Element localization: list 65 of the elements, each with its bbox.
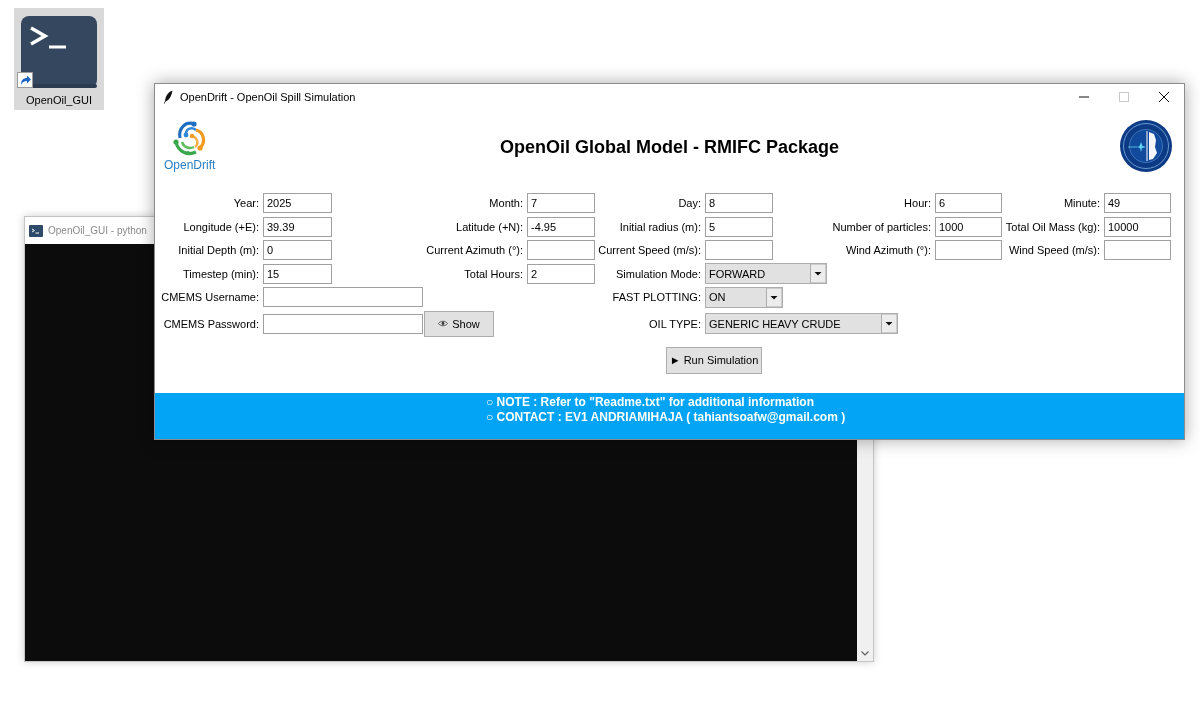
field-label: Initial radius (m): — [618, 220, 702, 233]
field-label: Wind Azimuth (°): — [844, 244, 932, 257]
field-label: Total Hours: — [463, 267, 524, 280]
text-field[interactable]: 7 — [527, 193, 595, 214]
field-label: Wind Speed (m/s): — [1007, 244, 1101, 257]
caret-down-icon[interactable] — [766, 287, 782, 307]
caret-down-icon[interactable] — [881, 314, 897, 333]
dropdown[interactable]: ON — [705, 286, 783, 308]
text-field[interactable]: 5 — [705, 216, 773, 237]
field-label: OIL TYPE: — [648, 317, 702, 330]
field-label: Current Speed (m/s): — [597, 244, 702, 257]
text-field[interactable] — [1104, 240, 1171, 261]
field-label: CMEMS Username: — [160, 291, 260, 304]
field-label: Month: — [488, 197, 524, 210]
run-simulation-button[interactable]: ► Run Simulation — [666, 346, 762, 374]
caret-down-icon[interactable] — [810, 264, 826, 284]
text-field[interactable] — [935, 240, 1002, 261]
field-label: Year: — [232, 197, 260, 210]
feather-icon — [163, 89, 173, 104]
text-field[interactable]: 2 — [527, 263, 595, 284]
compass-emblem-icon — [1120, 120, 1172, 172]
text-field[interactable] — [263, 313, 423, 334]
field-label: Day: — [677, 197, 702, 210]
field-label: Simulation Mode: — [615, 267, 702, 280]
terminal-icon — [29, 224, 43, 237]
dropdown[interactable]: GENERIC HEAVY CRUDE — [705, 313, 898, 334]
app-heading: OpenOil Global Model - RMIFC Package — [499, 137, 839, 157]
info-line: ○ NOTE : Refer to "Readme.txt" for additional information — [486, 395, 814, 410]
field-label: Current Azimuth (°): — [425, 244, 524, 257]
shortcut-label: OpenOil_GUI — [26, 94, 92, 107]
field-label: CMEMS Password: — [162, 317, 260, 330]
text-field[interactable]: 49 — [1104, 193, 1171, 214]
info-line: ○ CONTACT : EV1 ANDRIAMIHAJA ( tahiantsoafw@gmail.com ) — [486, 410, 846, 425]
network-logo-icon — [171, 118, 208, 158]
text-field[interactable]: 10000 — [1104, 216, 1171, 237]
eye-icon — [438, 320, 449, 327]
logo-wordmark: OpenDrift — [164, 158, 216, 172]
text-field[interactable]: 0 — [263, 240, 332, 261]
terminal-icon — [21, 16, 97, 88]
field-label: Hour: — [903, 197, 932, 210]
text-field[interactable] — [705, 240, 773, 261]
text-field[interactable] — [527, 240, 595, 261]
field-label: Minute: — [1062, 197, 1101, 210]
text-field[interactable]: 2025 — [263, 193, 332, 214]
field-label: Latitude (+N): — [455, 220, 524, 233]
field-label: Total Oil Mass (kg): — [1004, 220, 1101, 233]
text-field[interactable]: 6 — [935, 193, 1002, 214]
close-icon[interactable] — [1159, 91, 1169, 102]
show-password-button[interactable]: Show — [424, 310, 494, 337]
text-field[interactable]: 39.39 — [263, 216, 332, 237]
text-field[interactable]: 8 — [705, 193, 773, 214]
caret-down-icon[interactable] — [861, 651, 869, 656]
window-title: OpenDrift - OpenOil Spill Simulation — [180, 90, 356, 103]
window-title: OpenOil_GUI - python — [48, 225, 147, 236]
field-label: FAST PLOTTING: — [611, 291, 702, 304]
text-field[interactable]: 1000 — [935, 216, 1002, 237]
field-label: Initial Depth (m): — [177, 244, 260, 257]
dropdown[interactable]: FORWARD — [705, 263, 827, 285]
text-field[interactable]: 15 — [263, 263, 332, 284]
field-label: Timestep (min): — [182, 267, 260, 280]
text-field[interactable] — [263, 287, 423, 308]
text-field[interactable]: -4.95 — [527, 216, 595, 237]
field-label: Longitude (+E): — [182, 220, 260, 233]
field-label: Number of particles: — [831, 220, 932, 233]
desktop-shortcut[interactable]: OpenOil_GUI — [14, 8, 104, 110]
